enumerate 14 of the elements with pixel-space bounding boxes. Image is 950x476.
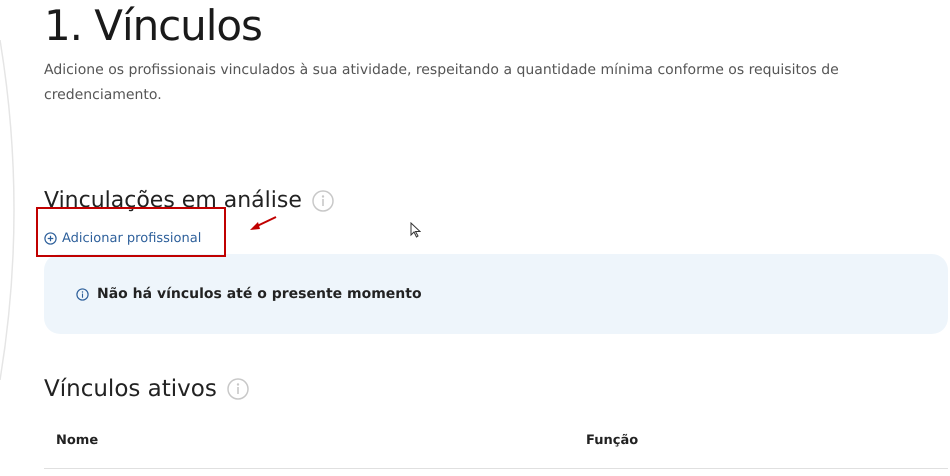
column-header: Função xyxy=(586,432,638,450)
info-icon xyxy=(226,378,249,400)
section-heading: Vinculações em análise xyxy=(44,188,302,214)
column-header: Nome xyxy=(55,432,100,450)
cursor-icon xyxy=(410,222,421,238)
annotation-arrow xyxy=(249,216,277,232)
page-title: 1. Vínculos xyxy=(44,0,263,52)
plus-circle-icon xyxy=(44,232,57,245)
add-professional-link[interactable]: Adicionar profissional xyxy=(44,228,202,248)
section-heading: Vínculos ativos xyxy=(44,375,217,404)
info-icon xyxy=(312,190,334,212)
page-description: Adicione os profissionais vinculados à sua atividade, respeitando a quantidade mínima conforme os requisitos de credenciamento. xyxy=(44,61,840,105)
empty-message: Não há vínculos até o presente momento xyxy=(97,284,422,304)
info-icon xyxy=(76,288,89,300)
